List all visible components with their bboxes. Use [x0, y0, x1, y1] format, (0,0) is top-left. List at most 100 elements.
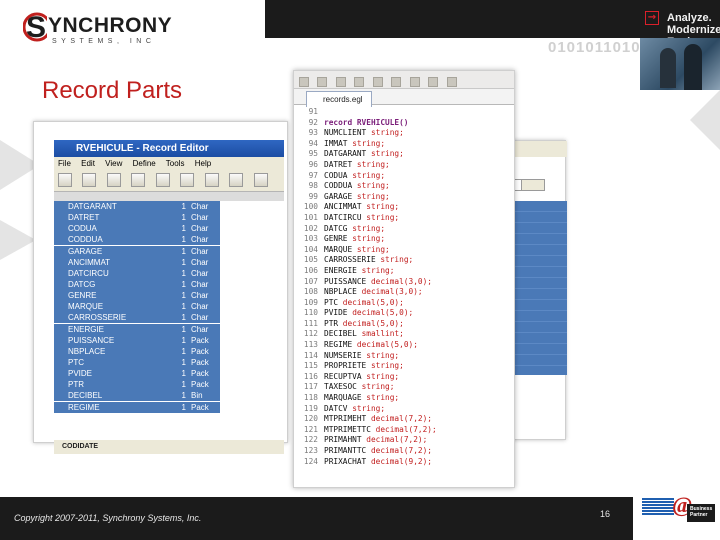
search-icon[interactable] — [391, 77, 402, 87]
decor-arrow — [690, 90, 720, 150]
window-title: RVEHICULE - Record Editor — [76, 143, 209, 154]
refresh-icon[interactable] — [335, 77, 346, 87]
code-line: 118 MARQUAGE string; — [294, 393, 514, 404]
field-dim: 1 — [170, 267, 188, 279]
table-row[interactable]: ANCIMMAT 1 Char — [54, 256, 284, 268]
code-type: decimal(5,0); — [342, 297, 404, 307]
code-field: GENRE — [324, 234, 348, 244]
delete-icon[interactable] — [253, 173, 268, 187]
table-row[interactable]: DATCIRCU 1 Char — [54, 267, 284, 279]
slide-title: Record Parts — [42, 77, 183, 104]
code-field: PTC — [324, 297, 339, 307]
code-line: 111 PTR decimal(5,0); — [294, 319, 514, 330]
new-file-icon[interactable] — [299, 77, 309, 87]
table-row[interactable]: NBPLACE 1 Pack — [54, 345, 284, 357]
code-line: 108 NBPLACE decimal(3,0); — [294, 287, 514, 298]
code-line: 112 DECIBEL smallint; — [294, 329, 514, 340]
menu-edit[interactable]: Edit — [81, 159, 95, 168]
line-number: 96 — [308, 159, 318, 169]
table-row[interactable]: MARQUE 1 Char — [54, 301, 284, 313]
field-dim: 1 — [170, 245, 188, 257]
field-type: Char — [188, 256, 220, 268]
copy-icon[interactable] — [131, 173, 146, 187]
code-type: decimal(7,2); — [370, 414, 432, 424]
menu-file[interactable]: File — [58, 159, 71, 168]
table-row[interactable]: PVIDE 1 Pack — [54, 368, 284, 380]
table-row[interactable]: DATRET 1 Char — [54, 212, 284, 224]
cut-icon[interactable] — [106, 173, 121, 187]
forward-icon[interactable] — [372, 77, 383, 87]
table-row[interactable]: PUISSANCE 1 Pack — [54, 334, 284, 346]
field-type: Char — [188, 201, 220, 212]
menu-help[interactable]: Help — [195, 159, 211, 168]
table-row[interactable]: CODUA 1 Char — [54, 223, 284, 235]
table-row[interactable]: REGIME 1 Pack — [54, 401, 284, 413]
menu-view[interactable]: View — [105, 159, 122, 168]
field-dim: 1 — [170, 312, 188, 324]
code-field: MARQUAGE — [324, 393, 362, 403]
line-number: 120 — [303, 414, 318, 424]
back-icon[interactable] — [354, 77, 365, 87]
table-row[interactable]: DATCG 1 Char — [54, 278, 284, 290]
line-number: 105 — [303, 255, 318, 265]
field-type: Char — [188, 245, 220, 257]
code-editor-screenshot: records.egl 91 92 record RVEHICULE() 93 NU… — [293, 70, 515, 488]
code-type: string; — [370, 361, 404, 371]
line-number: 98 — [308, 181, 318, 191]
menu-tools[interactable]: Tools — [166, 159, 185, 168]
field-dim: 1 — [170, 201, 188, 212]
field-type: Pack — [188, 356, 220, 368]
settings-icon[interactable] — [446, 77, 457, 87]
debug-icon[interactable] — [428, 77, 439, 87]
table-row[interactable]: GARAGE 1 Char — [54, 245, 284, 257]
field-dim: 1 — [170, 278, 188, 290]
code-line: 95 DATGARANT string; — [294, 149, 514, 160]
menu-define[interactable]: Define — [133, 159, 156, 168]
field-name: ENERGIE — [54, 323, 170, 335]
field-name: DATCG — [54, 278, 170, 290]
field-dim: 1 — [170, 212, 188, 224]
print-icon[interactable] — [82, 173, 97, 187]
table-row[interactable]: ENERGIE 1 Char — [54, 323, 284, 335]
field-name: DECIBEL — [54, 390, 170, 402]
record-editor-toolbar — [54, 170, 284, 192]
code-field: PRIXACHAT — [324, 456, 367, 466]
field-dim: 1 — [170, 379, 188, 391]
table-row[interactable]: PTC 1 Pack — [54, 356, 284, 368]
code-area[interactable]: 91 92 record RVEHICULE() 93 NUMCLIENT stri… — [294, 105, 514, 467]
table-row[interactable]: DECIBEL 1 Bin — [54, 390, 284, 402]
record-editor-title-bar: RVEHICULE - Record Editor — [54, 140, 284, 157]
line-number: 113 — [303, 340, 318, 350]
code-field: CODDUA — [324, 181, 353, 191]
table-row[interactable]: GENRE 1 Char — [54, 290, 284, 302]
code-type: decimal(3,0); — [370, 276, 432, 286]
run-icon[interactable] — [409, 77, 420, 87]
grid-icon[interactable] — [204, 173, 219, 187]
table-row[interactable]: PTR 1 Pack — [54, 379, 284, 391]
code-type: string; — [361, 382, 395, 392]
code-field: PVIDE — [324, 308, 348, 318]
save-icon[interactable] — [317, 77, 328, 87]
field-name: ANCIMMAT — [54, 256, 170, 268]
line-number: 124 — [303, 456, 318, 466]
table-row[interactable]: CARROSSERIE 1 Char — [54, 312, 284, 324]
check-icon[interactable] — [180, 173, 195, 187]
field-type: Pack — [188, 334, 220, 346]
paste-icon[interactable] — [155, 173, 170, 187]
field-name: CODUA — [54, 223, 170, 235]
field-name: DATGARANT — [54, 201, 170, 212]
field-name: CARROSSERIE — [54, 312, 170, 324]
code-field: PTR — [324, 318, 339, 328]
save-icon[interactable] — [58, 173, 72, 187]
table-row[interactable]: DATGARANT 1 Char — [54, 201, 284, 212]
code-field: CARROSSERIE — [324, 255, 376, 265]
code-type: string; — [352, 234, 386, 244]
line-number: 102 — [303, 223, 318, 233]
field-name: PTR — [54, 379, 170, 391]
field-name: REGIME — [54, 401, 170, 413]
code-line: 96 DATRET string; — [294, 160, 514, 171]
insert-icon[interactable] — [229, 173, 244, 187]
code-field: MTPRIMETTC — [324, 424, 371, 434]
code-line: 109 PTC decimal(5,0); — [294, 298, 514, 309]
table-row[interactable]: CODDUA 1 Char — [54, 234, 284, 246]
